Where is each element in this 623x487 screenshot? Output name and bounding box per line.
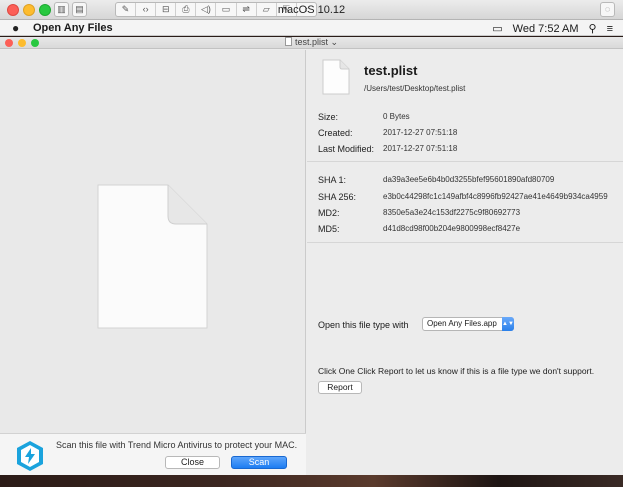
app-menu[interactable]: Open Any Files — [33, 22, 113, 34]
file-name: test.plist — [364, 63, 418, 78]
chevron-down-icon: ⌄ — [330, 37, 339, 47]
report-message: Click One Click Report to let us know if… — [318, 366, 595, 376]
sha256-row: SHA 256: e3b0c44298fc1c149afbf4c8996fb92… — [318, 192, 608, 202]
close-banner-button[interactable]: Close — [165, 456, 220, 469]
preview-pane: Scan this file with Trend Micro Antiviru… — [0, 50, 306, 475]
size-row: Size: 0 Bytes — [318, 112, 410, 122]
divider — [307, 161, 623, 162]
info-pane: test.plist /Users/test/Desktop/test.plis… — [307, 50, 623, 475]
document-icon — [97, 184, 208, 329]
search-icon[interactable]: ⚲ — [589, 22, 597, 35]
antivirus-banner: Scan this file with Trend Micro Antiviru… — [0, 433, 306, 475]
menu-bar: ● Open Any Files ▭ Wed 7:52 AM ⚲ ≡ — [0, 20, 623, 36]
scan-button[interactable]: Scan — [231, 456, 287, 469]
apple-icon[interactable]: ● — [12, 21, 19, 35]
fullscreen-icon[interactable]: ◌ — [600, 2, 615, 17]
document-icon — [284, 37, 292, 46]
desktop-wallpaper — [0, 475, 623, 487]
app-window: test.plist ⌄ Scan this file with Trend M… — [0, 37, 623, 475]
file-icon — [322, 59, 350, 95]
modified-row: Last Modified: 2017-12-27 07:51:18 — [318, 144, 458, 154]
window-titlebar: test.plist ⌄ — [0, 37, 623, 49]
report-button[interactable]: Report — [318, 381, 362, 394]
host-window-title: macOS 10.12 — [277, 4, 346, 16]
display-icon[interactable]: ▭ — [492, 22, 502, 35]
md2-row: MD2: 8350e5a3e24c153df2275c9f80692773 — [318, 208, 521, 218]
host-toolbar: ▥ ▤ ✎ ‹› ⊟ ⎙ ◁) ▭ ⇌ ▱ ⇱ ‹ macOS 10.12 ◌ — [0, 0, 623, 20]
updown-arrows-icon: ▲▼ — [502, 317, 514, 331]
created-row: Created: 2017-12-27 07:51:18 — [318, 128, 458, 138]
file-path: /Users/test/Desktop/test.plist — [364, 84, 466, 93]
shield-bolt-icon — [17, 441, 43, 471]
open-with-select[interactable]: Open Any Files.app ▲▼ — [422, 317, 514, 331]
antivirus-message: Scan this file with Trend Micro Antiviru… — [56, 440, 298, 450]
divider — [307, 242, 623, 243]
menu-list-icon[interactable]: ≡ — [607, 23, 613, 35]
clock[interactable]: Wed 7:52 AM — [513, 23, 579, 35]
open-with-label: Open this file type with — [318, 320, 409, 330]
md5-row: MD5: d41d8cd98f00b204e9800998ecf8427e — [318, 224, 521, 234]
window-title[interactable]: test.plist ⌄ — [0, 37, 623, 48]
sha1-row: SHA 1: da39a3ee5e6b4b0d3255bfef95601890a… — [318, 175, 555, 185]
